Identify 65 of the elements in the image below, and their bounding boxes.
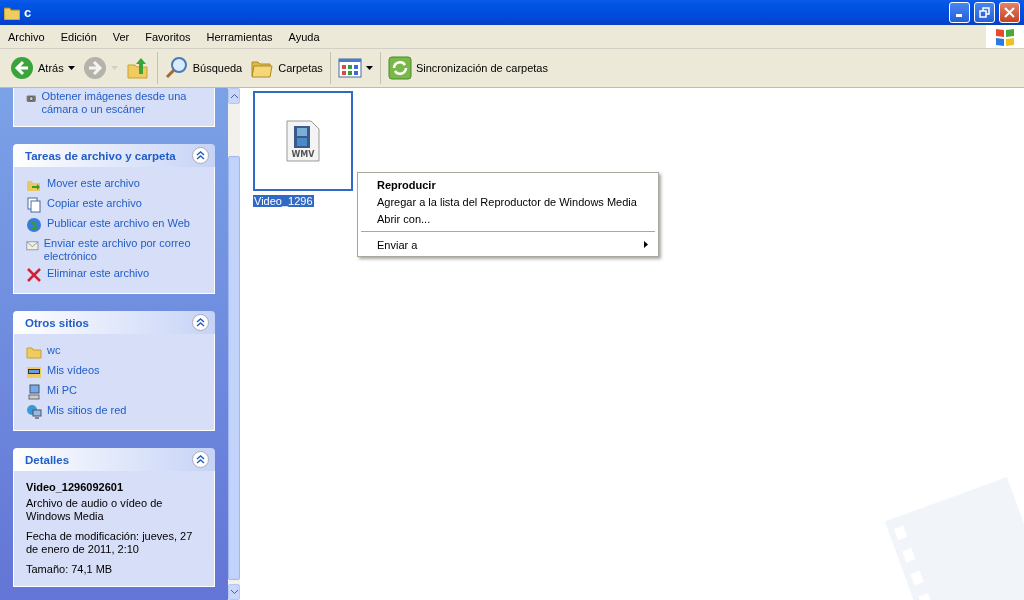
search-button[interactable]: Búsqueda [160, 54, 247, 82]
file-size: Tamaño: 74,1 MB [26, 563, 114, 576]
menu-item[interactable]: Archivo [0, 30, 53, 43]
scroll-up-button[interactable] [228, 88, 240, 104]
close-icon [1004, 7, 1015, 18]
modified-date: Fecha de modificación: jueves, 27 de enero de 2011, 2:10 [26, 530, 194, 556]
task-link[interactable]: Eliminar este archivo [47, 267, 150, 280]
chevron-icon [196, 151, 205, 160]
menu-item[interactable]: Ver [104, 30, 138, 43]
task-link[interactable]: Copiar este archivo [47, 197, 142, 210]
menu-item[interactable]: Abrir con... [360, 210, 656, 227]
film-folder-icon [26, 364, 42, 380]
restore-icon [979, 7, 990, 18]
restore-button[interactable] [974, 2, 995, 23]
collapse-button[interactable] [192, 451, 209, 468]
caret-icon [67, 66, 75, 70]
chevron-icon [196, 455, 205, 464]
windows-logo [986, 25, 1024, 48]
video-file-icon: WMV [286, 120, 320, 162]
scrollbar[interactable] [228, 88, 240, 600]
panel-title: Otros sitios [25, 316, 90, 329]
folder-icon [4, 5, 20, 20]
task-link[interactable]: Mi PC [47, 384, 77, 397]
panel-title: Detalles [25, 453, 71, 466]
panel-title: Tareas de archivo y carpeta [25, 149, 177, 162]
task-link[interactable]: Publicar este archivo en Web [47, 217, 190, 230]
menu-item[interactable]: Reproducir [360, 176, 656, 193]
network-icon [26, 404, 42, 420]
menu-item[interactable]: Ayuda [280, 30, 328, 43]
collapse-button[interactable] [192, 147, 209, 164]
folder-up-icon [125, 56, 150, 80]
copy-icon [26, 197, 42, 213]
task-link[interactable]: Mis sitios de red [47, 404, 127, 417]
file-name[interactable]: Video_1296 [253, 195, 314, 207]
window-title: c [24, 5, 33, 20]
back-button[interactable]: Atrás [6, 54, 79, 82]
menu-item[interactable]: Enviar a [360, 236, 656, 253]
folders-button[interactable]: Carpetas [246, 54, 327, 82]
minimize-button[interactable] [949, 2, 970, 23]
sync-button[interactable]: Sincronización de carpetas [383, 54, 552, 82]
sync-icon [387, 56, 412, 80]
views-icon [337, 57, 362, 79]
menu-item[interactable]: Favoritos [137, 30, 199, 43]
chevron-icon [196, 318, 205, 327]
folder-icon [26, 344, 42, 360]
task-link[interactable]: Obtener imágenes desde una cámara o un escáner [41, 90, 206, 116]
scroll-thumb[interactable] [228, 156, 240, 580]
task-link[interactable]: Mover este archivo [47, 177, 140, 190]
menu-item[interactable]: Edición [52, 30, 105, 43]
file-type: Archivo de audio o vídeo de Windows Media [26, 497, 164, 523]
file-thumbnail[interactable]: WMV [253, 91, 353, 191]
task-link[interactable]: Mis vídeos [47, 364, 100, 377]
delete-icon [26, 267, 42, 283]
file-name: Video_1296092601 [26, 481, 125, 493]
globe-icon [26, 217, 42, 233]
task-link[interactable]: Enviar este archivo por correo electrónico [43, 237, 206, 263]
collapse-button[interactable] [192, 314, 209, 331]
scroll-down-button[interactable] [228, 584, 240, 600]
search-icon [164, 56, 189, 80]
menu-item[interactable]: Herramientas [198, 30, 281, 43]
menu-item[interactable]: Agregar a la lista del Reproductor de Windows Media [360, 193, 656, 210]
task-link[interactable]: wc [47, 344, 61, 357]
computer-icon [26, 384, 42, 400]
caret-icon [365, 66, 373, 70]
close-button[interactable] [999, 2, 1020, 23]
